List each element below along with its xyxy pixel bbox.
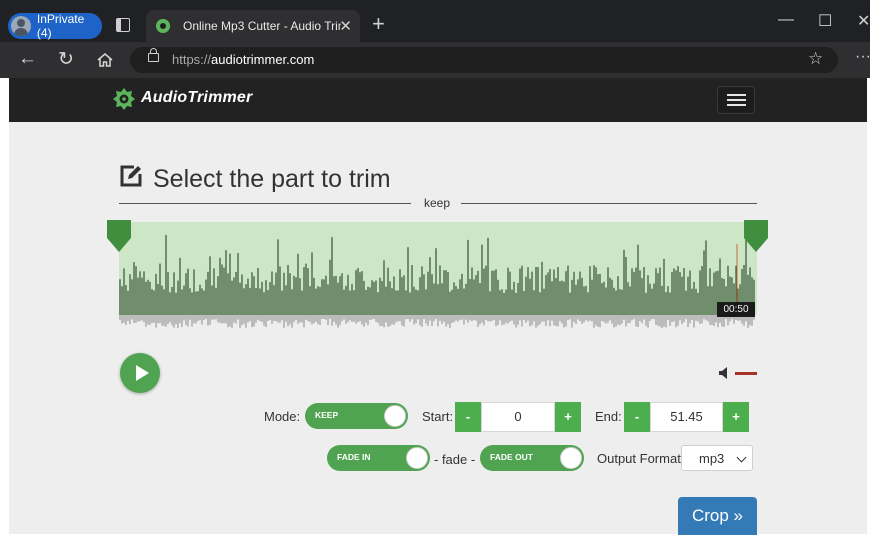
keep-toggle-label: KEEP — [315, 410, 339, 420]
start-increment-button[interactable]: + — [555, 402, 581, 432]
page-title: Select the part to trim — [153, 165, 391, 193]
toggle-knob — [384, 405, 406, 427]
minimize-button[interactable]: — — [778, 11, 794, 29]
output-format-select[interactable]: mp3 — [681, 445, 753, 471]
new-tab-button[interactable]: + — [372, 13, 385, 35]
favicon-icon — [155, 18, 171, 34]
divider-line — [119, 203, 411, 204]
profile-avatar-icon — [11, 16, 31, 36]
url-protocol: https:// — [172, 52, 212, 67]
url-text: https://audiotrimmer.com — [172, 52, 314, 67]
home-icon[interactable] — [96, 52, 114, 68]
url-host: audiotrimmer.com — [211, 52, 315, 67]
inprivate-profile-button[interactable]: InPrivate (4) — [8, 12, 102, 40]
end-time-badge: 00:50 — [717, 302, 755, 317]
start-time-input[interactable]: 0 — [481, 402, 555, 432]
end-label: End: — [595, 409, 622, 424]
hamburger-line — [727, 104, 746, 106]
fade-out-toggle[interactable]: FADE OUT — [480, 445, 584, 471]
volume-slider[interactable] — [735, 372, 757, 375]
mode-label: Mode: — [264, 409, 301, 424]
maximize-button[interactable]: ☐ — [818, 11, 832, 31]
audio-waveform[interactable] — [119, 222, 757, 334]
inprivate-label: InPrivate (4) — [36, 12, 85, 40]
divider-line — [461, 203, 757, 204]
fade-in-label: FADE IN — [337, 452, 371, 462]
trim-end-handle[interactable] — [744, 220, 768, 252]
waveform-reflection — [119, 315, 755, 328]
end-decrement-button[interactable]: - — [624, 402, 650, 432]
close-window-button[interactable]: ✕ — [857, 11, 870, 31]
toggle-knob — [560, 447, 582, 469]
menu-hamburger-button[interactable] — [717, 86, 755, 114]
more-icon[interactable]: ··· — [855, 48, 870, 66]
hamburger-line — [727, 94, 746, 96]
start-decrement-button[interactable]: - — [455, 402, 481, 432]
tab-title: Online Mp3 Cutter - Audio Trimmer — [183, 19, 341, 33]
trim-start-handle[interactable] — [107, 220, 131, 252]
end-time-input[interactable]: 51.45 — [650, 402, 723, 432]
keep-region-label: keep — [424, 196, 451, 210]
tab-close-icon[interactable]: ✕ — [339, 17, 352, 35]
tab-actions-icon[interactable] — [116, 18, 130, 32]
end-increment-button[interactable]: + — [723, 402, 749, 432]
volume-icon[interactable] — [719, 367, 729, 379]
hamburger-line — [727, 99, 746, 101]
fade-out-label: FADE OUT — [490, 452, 533, 462]
fade-in-toggle[interactable]: FADE IN — [327, 445, 430, 471]
logo-icon[interactable] — [112, 87, 136, 111]
play-button[interactable] — [120, 353, 160, 393]
output-format-label: Output Format — [597, 451, 681, 466]
lock-icon[interactable] — [148, 48, 159, 62]
waveform-top — [119, 235, 755, 315]
refresh-icon[interactable]: ↻ — [58, 48, 74, 71]
chevron-down-icon — [736, 452, 747, 463]
back-icon[interactable]: ← — [18, 48, 37, 70]
crop-button[interactable]: Crop » — [678, 497, 757, 535]
favorite-star-icon[interactable]: ☆ — [808, 49, 823, 69]
edit-icon — [120, 165, 142, 187]
browser-tab[interactable]: Online Mp3 Cutter - Audio Trimmer ✕ — [146, 10, 360, 42]
start-label: Start: — [422, 409, 454, 424]
logo-text[interactable]: AudioTrimmer — [141, 89, 252, 107]
browser-titlebar — [0, 0, 870, 42]
output-format-value: mp3 — [699, 451, 725, 466]
keep-mode-toggle[interactable]: KEEP — [305, 403, 408, 429]
fade-separator: - fade - — [434, 452, 476, 467]
toggle-knob — [406, 447, 428, 469]
